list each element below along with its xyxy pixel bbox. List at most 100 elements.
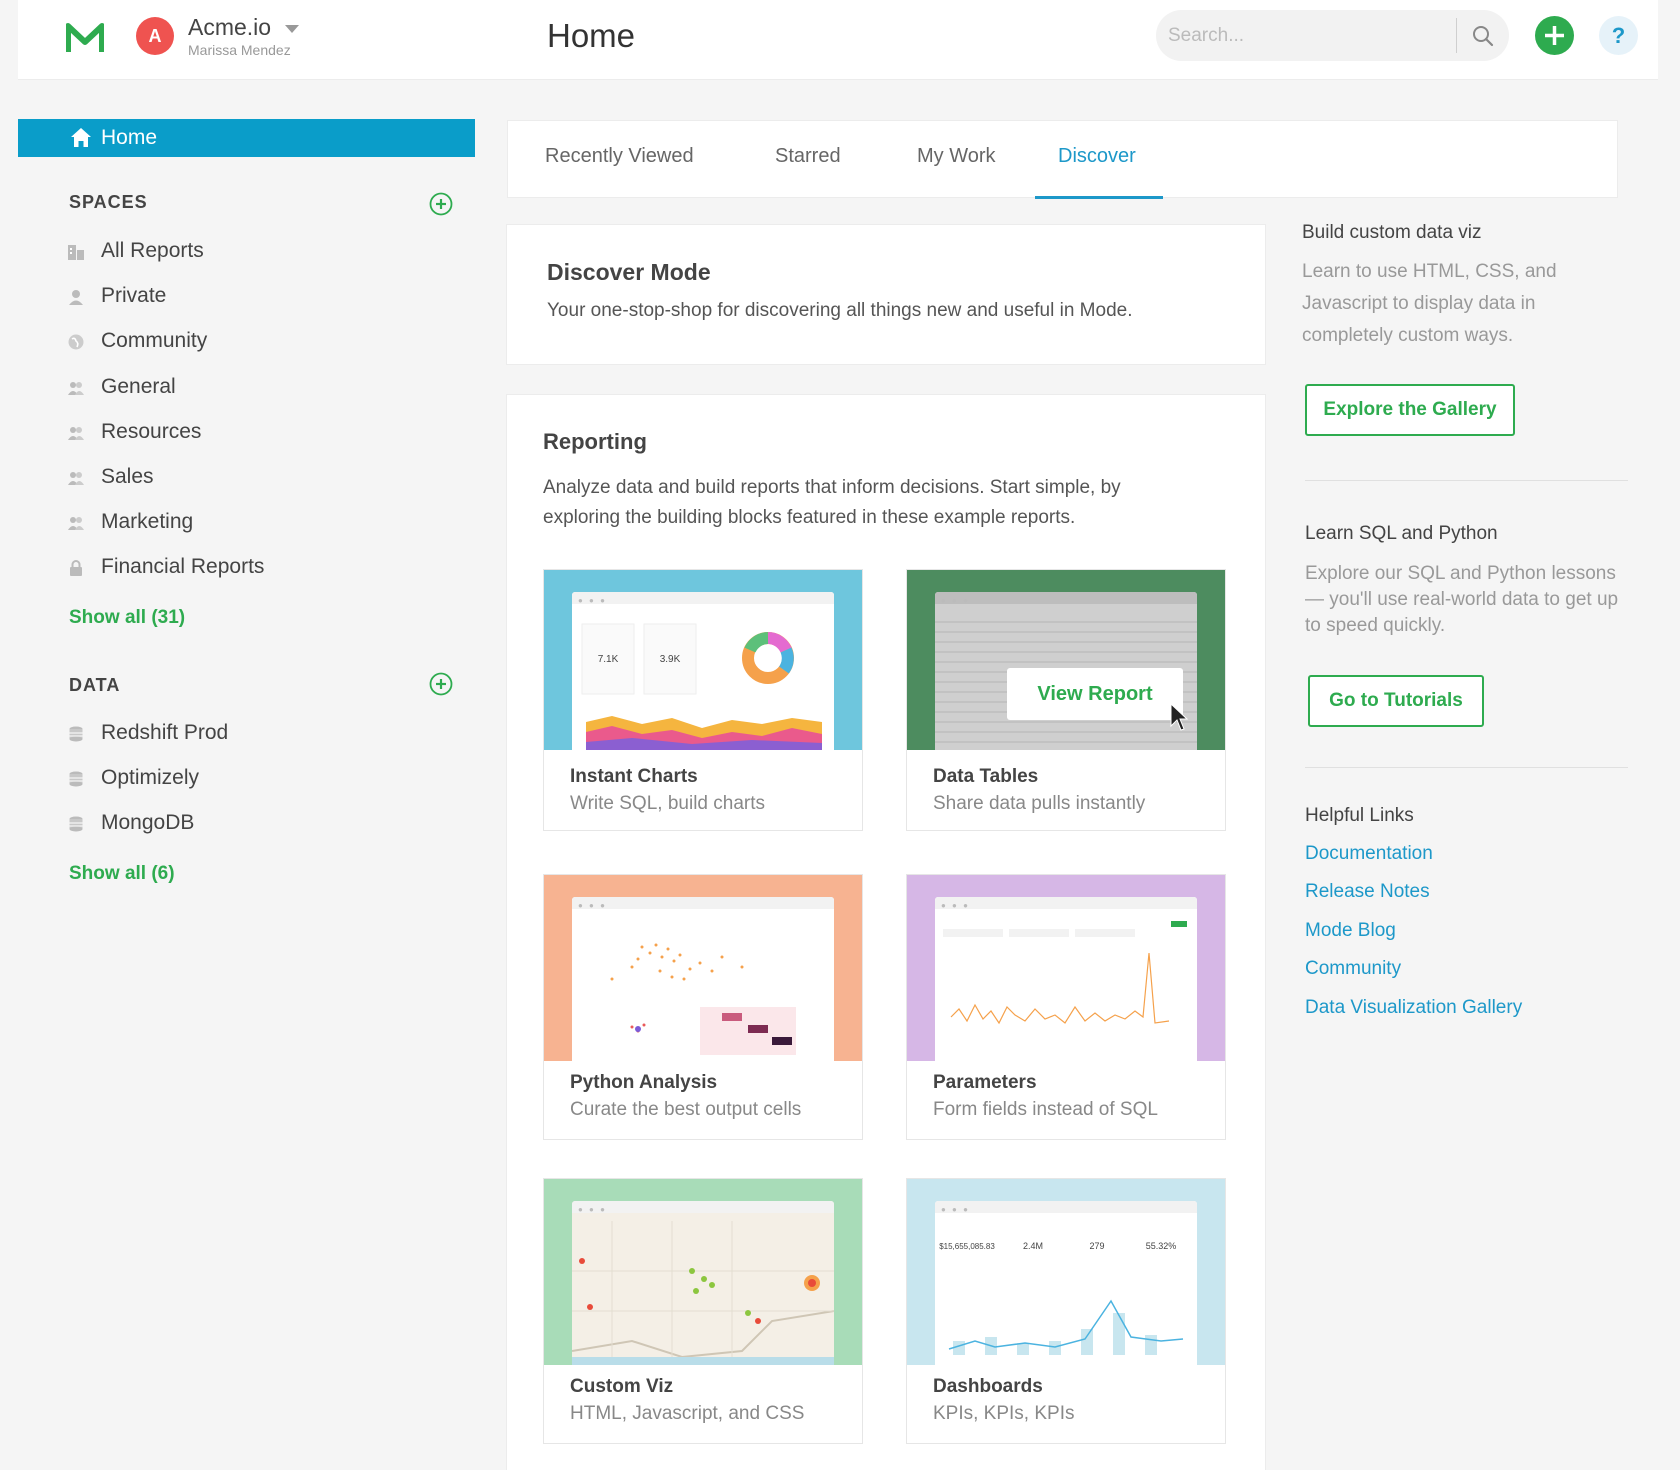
data-source-mongodb[interactable]: MongoDB — [67, 809, 427, 839]
active-tab-indicator — [1035, 196, 1163, 199]
org-avatar[interactable]: A — [136, 17, 174, 55]
top-header: A Acme.io Marissa Mendez Home ? — [18, 0, 1658, 80]
custom-viz-thumbnail: ● ● ● — [544, 1179, 862, 1365]
database-icon — [69, 771, 83, 787]
help-button[interactable]: ? — [1599, 16, 1638, 55]
kpi-value: 2.4M — [1023, 1241, 1043, 1251]
learn-sql-text: Explore our SQL and Python lessons — you… — [1305, 563, 1619, 636]
database-icon — [69, 726, 83, 742]
kpi-value: $15,655,085.83 — [939, 1242, 995, 1251]
link-documentation[interactable]: Documentation — [1305, 843, 1433, 865]
sidebar-item-label: Community — [101, 329, 208, 353]
person-icon — [69, 290, 83, 306]
sidebar-item-resources[interactable]: Resources — [67, 418, 427, 448]
sidebar-item-financial-reports[interactable]: Financial Reports — [67, 553, 427, 583]
sidebar-item-sales[interactable]: Sales — [67, 463, 427, 493]
sidebar-item-private[interactable]: Private — [67, 282, 427, 312]
org-name[interactable]: Acme.io — [188, 14, 271, 41]
card-subtitle: HTML, Javascript, and CSS — [570, 1403, 805, 1424]
group-icon — [68, 472, 84, 485]
user-name: Marissa Mendez — [188, 42, 291, 58]
dashboard-preview: $15,655,085.83 2.4M 279 55.32% — [939, 1241, 1184, 1355]
kpi-value: 7.1K — [598, 654, 619, 665]
sidebar-item-marketing[interactable]: Marketing — [67, 508, 427, 538]
link-community[interactable]: Community — [1305, 958, 1401, 980]
reporting-title: Reporting — [543, 429, 647, 454]
report-card-custom-viz[interactable]: ● ● ● Custom Viz HTML, Javascript, and C… — [543, 1178, 863, 1444]
sidebar-item-home[interactable]: Home — [18, 119, 475, 157]
report-card-parameters[interactable]: ● ● ● Parameters Form fields instead of … — [906, 874, 1226, 1140]
link-mode-blog[interactable]: Mode Blog — [1305, 920, 1396, 942]
tab-starred[interactable]: Starred — [775, 145, 841, 168]
chart-preview: 7.1K 3.9K — [581, 623, 822, 750]
lock-icon — [70, 560, 82, 577]
report-card-instant-charts[interactable]: ● ● ● 7.1K 3.9K Instant Charts Write SQL… — [543, 569, 863, 831]
home-icon — [71, 128, 91, 147]
search-box — [1156, 10, 1509, 61]
python-analysis-thumbnail: ● ● ● — [544, 875, 862, 1061]
divider — [1305, 480, 1628, 481]
sidebar-item-label: Marketing — [101, 510, 194, 534]
sidebar-item-label: Home — [101, 126, 158, 149]
sidebar-item-label: Sales — [101, 465, 154, 488]
sidebar-item-all-reports[interactable]: All Reports — [67, 237, 427, 267]
kpi-value: 3.9K — [660, 654, 681, 665]
spaces-show-all-link[interactable]: Show all (31) — [69, 607, 185, 629]
chevron-down-icon[interactable] — [285, 25, 299, 33]
card-subtitle: KPIs, KPIs, KPIs — [933, 1403, 1075, 1424]
card-subtitle: Share data pulls instantly — [933, 793, 1146, 814]
card-title: Custom Viz — [570, 1376, 674, 1397]
explore-gallery-button[interactable]: Explore the Gallery — [1305, 384, 1515, 436]
data-section-title: DATA — [69, 675, 121, 695]
link-data-visualization-gallery[interactable]: Data Visualization Gallery — [1305, 997, 1522, 1019]
report-card-python-analysis[interactable]: ● ● ● Python Analysis Curate the best ou… — [543, 874, 863, 1140]
line-chart-preview — [943, 921, 1187, 1025]
sidebar-item-general[interactable]: General — [67, 373, 427, 403]
sidebar-item-label: MongoDB — [101, 811, 195, 834]
card-title: Parameters — [933, 1072, 1037, 1093]
report-preview: ● ● ● — [572, 1201, 834, 1365]
discover-description: Your one-stop-shop for discovering all t… — [547, 300, 1133, 321]
data-show-all-link[interactable]: Show all (6) — [69, 863, 175, 885]
globe-icon — [68, 334, 84, 350]
building-icon — [68, 245, 84, 260]
sidebar-item-label: Private — [101, 284, 167, 308]
sidebar-item-community[interactable]: Community — [67, 327, 427, 357]
data-source-redshift-prod[interactable]: Redshift Prod — [67, 719, 427, 749]
data-tables-thumbnail: ● ● ● View Report — [907, 570, 1225, 750]
search-icon[interactable] — [1471, 24, 1495, 48]
tab-my-work[interactable]: My Work — [917, 145, 996, 168]
card-title: Dashboards — [933, 1376, 1043, 1397]
card-subtitle: Write SQL, build charts — [570, 793, 766, 814]
report-card-data-tables[interactable]: ● ● ● View Report Data Tables Share data… — [906, 569, 1226, 831]
card-subtitle: Curate the best output cells — [570, 1099, 802, 1120]
view-report-button[interactable]: View Report — [1007, 668, 1183, 720]
reporting-description: Analyze data and build reports that info… — [543, 477, 1121, 528]
sidebar-item-label: General — [101, 374, 176, 398]
discover-title: Discover Mode — [547, 259, 711, 285]
parameters-thumbnail: ● ● ● — [907, 875, 1225, 1061]
map-preview — [572, 1221, 834, 1365]
sidebar-item-label: Redshift Prod — [101, 721, 229, 744]
report-card-dashboards[interactable]: ● ● ● $15,655,085.83 2.4M 279 55.32% Das… — [906, 1178, 1226, 1444]
reporting-panel: Reporting Analyze data and build reports… — [506, 394, 1266, 1470]
group-icon — [68, 517, 84, 531]
link-release-notes[interactable]: Release Notes — [1305, 881, 1430, 903]
home-tabs: Recently Viewed Starred My Work Discover — [507, 120, 1618, 199]
tab-discover[interactable]: Discover — [1058, 145, 1136, 168]
mode-logo[interactable] — [66, 22, 104, 54]
dashboards-thumbnail: ● ● ● $15,655,085.83 2.4M 279 55.32% — [907, 1179, 1225, 1365]
report-preview: ● ● ● 7.1K 3.9K — [572, 592, 834, 750]
data-source-optimizely[interactable]: Optimizely — [67, 764, 427, 794]
spaces-section-title: SPACES — [69, 192, 148, 212]
custom-viz-heading: Build custom data viz — [1302, 222, 1482, 243]
tab-recently-viewed[interactable]: Recently Viewed — [545, 145, 694, 168]
go-to-tutorials-button[interactable]: Go to Tutorials — [1308, 675, 1484, 727]
create-new-button[interactable] — [1535, 16, 1574, 55]
report-preview: ● ● ● — [572, 897, 834, 1061]
report-preview: ● ● ● — [935, 897, 1197, 1061]
custom-viz-text: Learn to use HTML, CSS, and Javascript t… — [1302, 261, 1557, 346]
add-data-source-icon[interactable] — [429, 672, 453, 696]
add-space-icon[interactable] — [429, 192, 453, 216]
search-input[interactable] — [1168, 18, 1438, 53]
